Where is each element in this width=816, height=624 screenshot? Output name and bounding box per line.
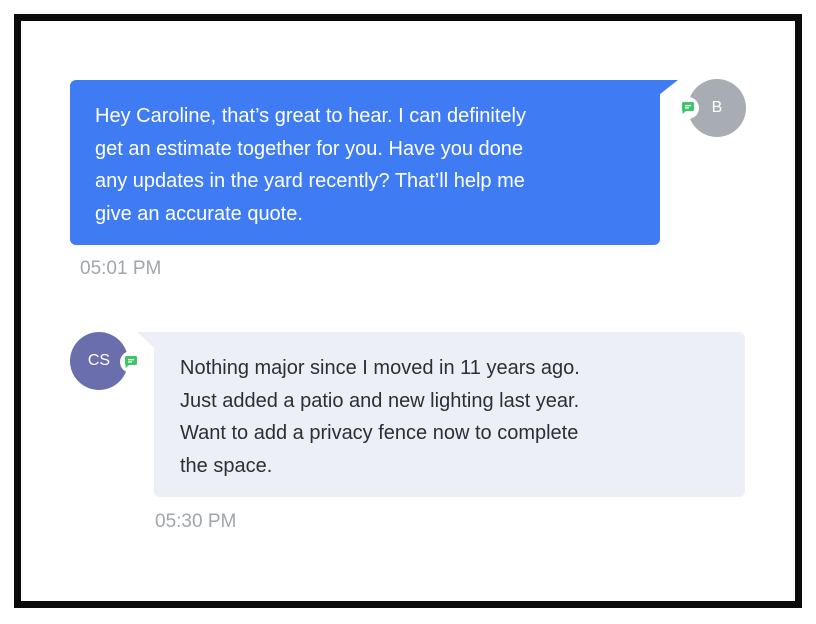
message-timestamp: 05:30 PM [155, 511, 237, 532]
chat-bubble-icon [677, 97, 699, 119]
message-timestamp: 05:01 PM [80, 258, 162, 279]
message-thread: Hey Caroline, that’s great to hear. I ca… [21, 21, 795, 601]
outgoing-message-bubble: Hey Caroline, that’s great to hear. I ca… [70, 80, 660, 245]
bubble-tail [650, 80, 678, 102]
avatar-initials: B [711, 99, 723, 116]
chat-window: Hey Caroline, that’s great to hear. I ca… [14, 14, 802, 608]
incoming-message-bubble: Nothing major since I moved in 11 years … [154, 332, 745, 497]
chat-bubble-icon [120, 351, 142, 373]
avatar-initials: CS [87, 352, 111, 369]
